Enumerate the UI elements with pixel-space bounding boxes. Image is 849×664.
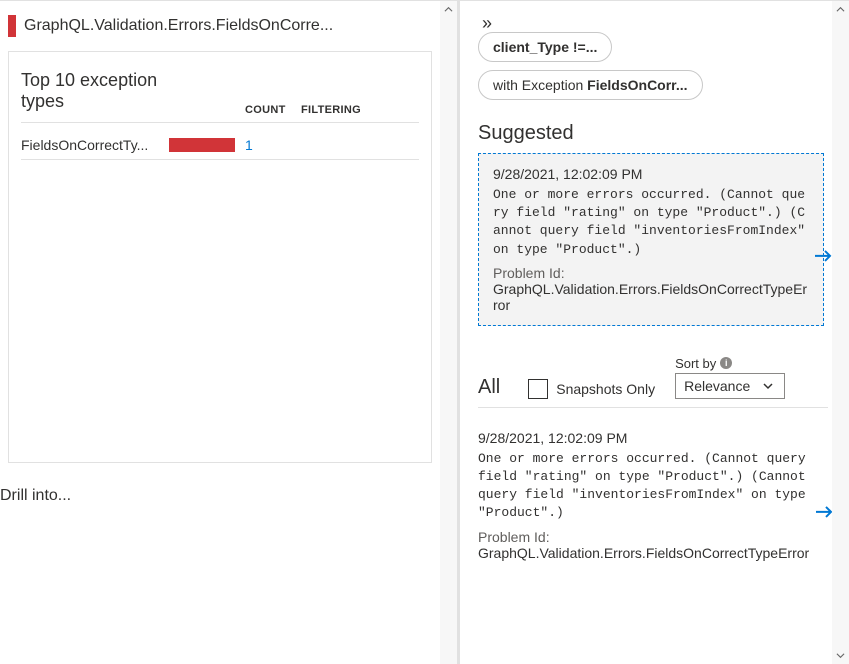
pill-value: FieldsOnCorr...	[587, 77, 687, 93]
table-header: Top 10 exception types COUNT FILTERING	[21, 70, 419, 123]
results-filter-row: All Snapshots Only Sort by i Relevance	[478, 356, 828, 408]
exception-name: FieldsOnCorrectTy...	[21, 137, 169, 153]
chevron-down-icon	[762, 381, 774, 391]
problem-id-label: Problem Id:	[478, 529, 810, 545]
section-title: Top 10 exception types	[21, 70, 169, 112]
checkbox-icon[interactable]	[528, 379, 548, 399]
app-root: GraphQL.Validation.Errors.FieldsOnCorre.…	[0, 0, 849, 664]
exception-header: GraphQL.Validation.Errors.FieldsOnCorre.…	[0, 1, 440, 51]
problem-id-label: Problem Id:	[493, 265, 809, 281]
info-icon[interactable]: i	[720, 357, 732, 369]
exception-title: GraphQL.Validation.Errors.FieldsOnCorre.…	[24, 17, 333, 35]
sort-dropdown[interactable]: Relevance	[675, 373, 785, 399]
scroll-up-icon[interactable]	[832, 1, 849, 18]
snapshots-only-toggle[interactable]: Snapshots Only	[528, 379, 655, 399]
left-pane: GraphQL.Validation.Errors.FieldsOnCorre.…	[0, 1, 440, 664]
scroll-down-icon[interactable]	[832, 647, 849, 664]
timestamp: 9/28/2021, 12:02:09 PM	[478, 430, 810, 446]
suggested-heading: Suggested	[478, 122, 828, 145]
count-column-header: COUNT	[245, 104, 301, 116]
count-bar	[169, 138, 245, 152]
left-scrollbar[interactable]	[440, 1, 457, 664]
problem-id-value: GraphQL.Validation.Errors.FieldsOnCorrec…	[478, 545, 810, 561]
all-tab[interactable]: All	[478, 376, 500, 399]
severity-bar-icon	[8, 15, 16, 37]
snapshots-label: Snapshots Only	[556, 381, 655, 397]
sort-by-label: Sort by i	[675, 356, 732, 371]
filtering-column-header: FILTERING	[301, 104, 419, 116]
error-message: One or more errors occurred. (Cannot que…	[478, 450, 810, 523]
result-item[interactable]: 9/28/2021, 12:02:09 PM One or more error…	[478, 422, 824, 569]
open-arrow-icon[interactable]	[813, 246, 832, 269]
error-message: One or more errors occurred. (Cannot que…	[493, 186, 809, 259]
top-exceptions-card: Top 10 exception types COUNT FILTERING F…	[8, 51, 432, 463]
right-content: » client_Type !=... with Exception Field…	[460, 1, 832, 664]
pill-prefix: with Exception	[493, 77, 587, 93]
right-pane: » client_Type !=... with Exception Field…	[460, 1, 849, 664]
table-row[interactable]: FieldsOnCorrectTy... 1	[21, 131, 419, 160]
problem-id-value: GraphQL.Validation.Errors.FieldsOnCorrec…	[493, 281, 809, 313]
right-scrollbar[interactable]	[832, 1, 849, 664]
left-content: GraphQL.Validation.Errors.FieldsOnCorre.…	[0, 1, 440, 664]
sort-value: Relevance	[684, 378, 750, 394]
scroll-up-icon[interactable]	[440, 1, 457, 18]
timestamp: 9/28/2021, 12:02:09 PM	[493, 166, 809, 182]
filter-pills: client_Type !=... with Exception FieldsO…	[478, 28, 828, 104]
filter-pill-exception[interactable]: with Exception FieldsOnCorr...	[478, 70, 703, 100]
pill-label: client_Type !=...	[493, 39, 597, 55]
open-arrow-icon[interactable]	[814, 502, 832, 525]
drill-into-section[interactable]: Drill into...	[0, 477, 440, 505]
filter-pill-client-type[interactable]: client_Type !=...	[478, 32, 612, 62]
count-link[interactable]: 1	[245, 137, 301, 153]
sort-control: Sort by i Relevance	[675, 356, 785, 399]
suggested-card[interactable]: 9/28/2021, 12:02:09 PM One or more error…	[478, 153, 824, 326]
